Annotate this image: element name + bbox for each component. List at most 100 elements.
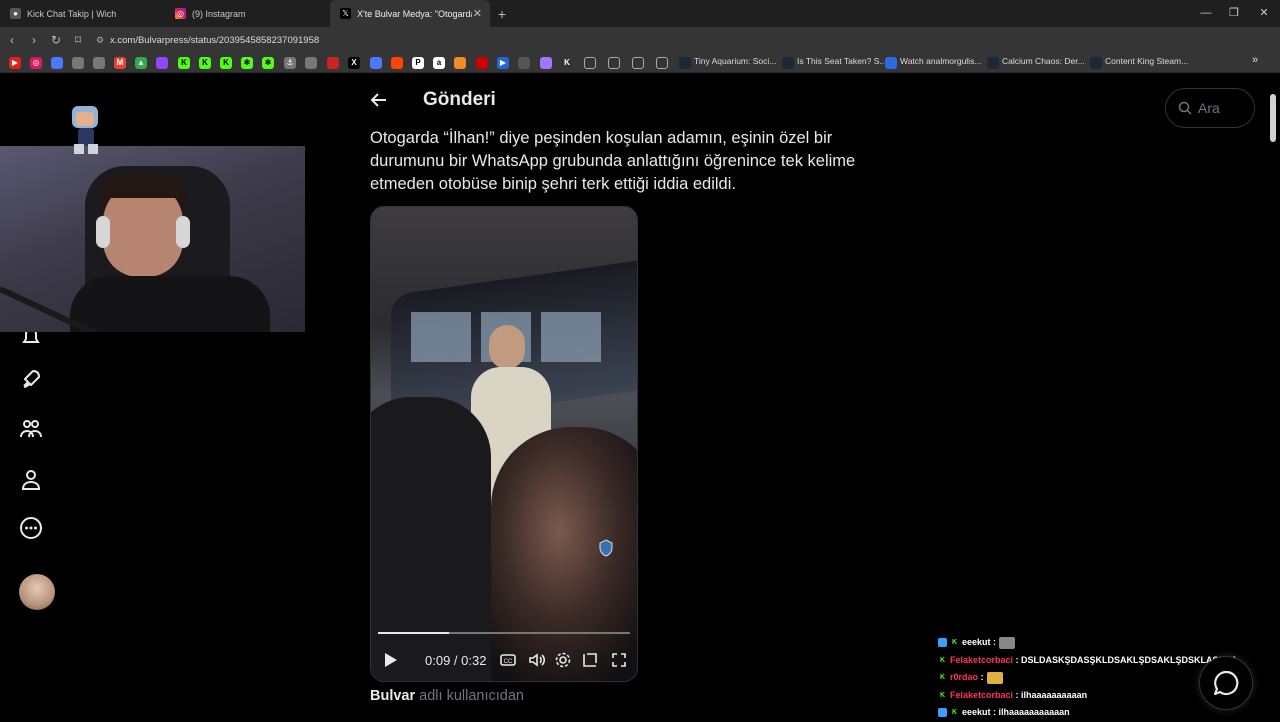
bookmark-link[interactable]: Calcium Chaos: Der... [1002,56,1085,66]
attribution-user-link[interactable]: Bulvar [370,688,415,704]
bookmark-link[interactable]: Content King Steam... [1105,56,1188,66]
emote-icon [999,636,1016,649]
gmail-icon[interactable]: M [114,57,126,69]
more-bookmarks-icon[interactable]: » [1252,54,1258,66]
bookmark-link[interactable]: Tiny Aquarium: Soci... [694,56,776,66]
youtube-icon[interactable]: ▶ [9,57,21,69]
bookmark-icon[interactable] [305,57,317,69]
kick-badge-icon: K [939,691,946,699]
bookmark-icon[interactable]: ✱ [262,57,274,69]
bookmark-icon[interactable] [327,57,339,69]
account-avatar[interactable] [19,574,55,610]
x-post-page: Gönderi Ara Otogarda “İlhan!” diye peşin… [0,74,1280,720]
kick-icon[interactable]: K [220,57,232,69]
tab-kick-chat[interactable]: ● Kick Chat Takip | Wich [0,0,165,27]
steam-icon[interactable] [987,57,999,69]
twitch-icon[interactable] [156,57,168,69]
video-attribution: Bulvar adlı kullanıcıdan [370,688,524,704]
globe-icon[interactable] [72,57,84,69]
maximize-button[interactable]: ❐ [1218,0,1250,27]
volume-icon[interactable] [528,651,546,669]
chat-user: eeekut [962,637,991,647]
bookmark-link[interactable]: Is This Seat Taken? S... [797,56,886,66]
tab-title: (9) Instagram [192,8,246,19]
bookmark-icon[interactable] [540,57,552,69]
url-bar[interactable]: ⚙ x.com/Bulvarpress/status/2039545858237… [90,30,1040,50]
page-title: Gönderi [423,89,496,110]
avatar-sticker [72,106,98,154]
badge-icon [938,708,947,718]
video-time: 0:09 / 0:32 [425,653,487,668]
patreon-icon[interactable]: P [412,57,424,69]
bookmark-link[interactable]: Watch analmorgulis... [900,56,981,66]
settings-icon[interactable] [554,651,572,669]
back-button[interactable]: ‹ [2,33,22,47]
tab-title: X'te Bulvar Medya: "Otogarda "İl [357,8,472,19]
reload-button[interactable]: ↻ [46,33,66,47]
steam-icon[interactable] [1090,57,1102,69]
headset-icon [96,216,110,248]
close-tab-icon[interactable]: ✕ [473,7,482,20]
profile-icon[interactable] [19,468,43,492]
chat-user: r0rdao [950,672,979,682]
kick-icon[interactable]: K [199,57,211,69]
chat-user: Felaketcorbaci [950,654,1014,665]
new-tab-button[interactable]: + [490,6,514,22]
anchor-icon[interactable]: ⚓ [284,57,296,69]
webcam-overlay [0,146,305,332]
messages-button[interactable] [1199,656,1253,710]
reddit-icon[interactable] [391,57,403,69]
play-icon[interactable] [381,651,399,669]
folder-icon[interactable] [656,57,668,69]
steam-icon[interactable] [782,57,794,69]
bookmark-icon[interactable] [51,57,63,69]
forward-button[interactable]: › [24,33,44,47]
page-scrollbar[interactable] [1270,94,1276,142]
steam-icon[interactable] [679,57,691,69]
bookmark-icon[interactable] [454,57,466,69]
amazon-icon[interactable]: a [433,57,445,69]
video-progress-bar[interactable] [378,632,630,634]
instagram-icon[interactable]: ◎ [30,57,42,69]
captions-icon[interactable]: CC [499,651,517,669]
window-close-button[interactable]: ✕ [1248,0,1280,27]
kick-badge-icon: K [951,709,958,717]
kick-icon[interactable]: K [178,57,190,69]
bookmark-icon[interactable]: K [561,57,573,69]
bookmark-icon[interactable]: ✱ [241,57,253,69]
video-progress-fill [378,632,449,634]
kick-badge-icon: K [939,674,946,682]
folder-icon[interactable] [608,57,620,69]
rocket-icon[interactable] [19,367,43,391]
drive-icon[interactable]: ▲ [135,57,147,69]
browser-tab-bar: ● Kick Chat Takip | Wich ◎ (9) Instagram… [0,0,1280,27]
communities-icon[interactable] [19,417,43,441]
bookmark-icon[interactable] [885,57,897,69]
folder-icon[interactable] [632,57,644,69]
bookmark-icon[interactable] [370,57,382,69]
svg-text:CC: CC [504,659,513,665]
url-text: x.com/Bulvarpress/status/203954585823709… [110,34,320,46]
bookmark-icon[interactable]: ⌑ [68,33,88,47]
x-logo-icon[interactable]: X [348,57,360,69]
bookmark-icon[interactable] [518,57,530,69]
search-input[interactable]: Ara [1165,88,1255,128]
picture-in-picture-icon[interactable] [581,651,599,669]
video-player[interactable]: 0:09 / 0:32 CC [370,206,638,682]
bookmark-icon[interactable]: ▶ [497,57,509,69]
bookmark-icon[interactable] [476,57,488,69]
tab-x-post[interactable]: 𝕏 X'te Bulvar Medya: "Otogarda "İl ✕ [330,0,490,27]
search-icon [1178,101,1192,115]
back-arrow-icon[interactable] [363,84,395,116]
more-options-icon[interactable] [19,516,43,540]
globe-icon: ● [10,8,21,19]
chat-user: Felaketcorbaci [950,689,1014,700]
video-controls: 0:09 / 0:32 CC [371,647,637,675]
tab-instagram[interactable]: ◎ (9) Instagram [165,0,330,27]
badge-icon [938,638,947,648]
chat-message: K eeekut : ilhaaaaaaaaaaan [938,704,1258,722]
site-settings-icon[interactable]: ⚙ [90,35,110,46]
globe-icon[interactable] [93,57,105,69]
fullscreen-icon[interactable] [610,651,628,669]
folder-icon[interactable] [584,57,596,69]
